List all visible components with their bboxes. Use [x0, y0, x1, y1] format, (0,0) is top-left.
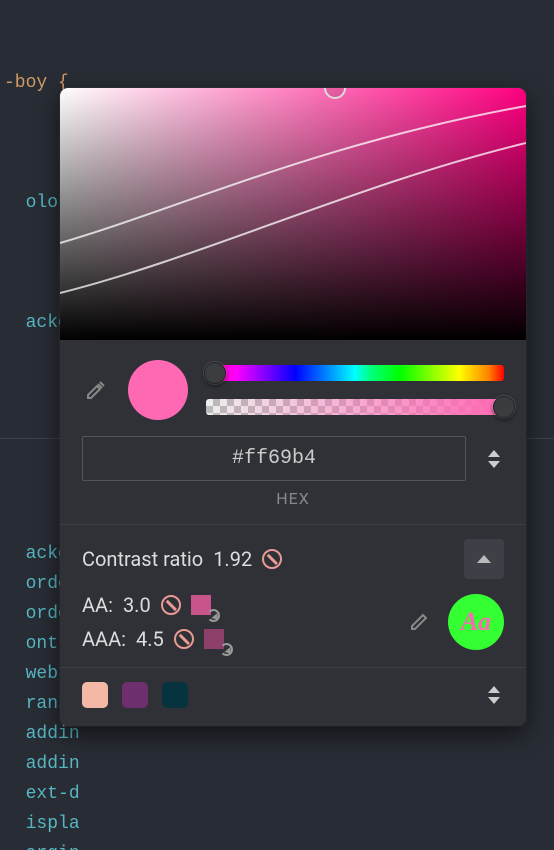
color-value-input[interactable]: [82, 436, 466, 481]
palette-swatch[interactable]: [82, 682, 108, 708]
fail-icon: [174, 629, 194, 649]
css-property: addin: [26, 754, 80, 774]
chevron-up-icon: [488, 450, 500, 457]
chevron-down-icon: [488, 461, 500, 468]
fail-icon: [262, 549, 282, 569]
pencil-icon: [408, 609, 432, 633]
edit-compare-color-button[interactable]: [408, 609, 434, 635]
hue-thumb[interactable]: [204, 362, 226, 384]
alpha-slider[interactable]: [206, 399, 504, 415]
aa-value: 3.0: [123, 593, 151, 617]
reload-icon: [207, 609, 220, 622]
format-stepper[interactable]: [484, 450, 504, 468]
aa-fix-swatch[interactable]: [191, 595, 211, 615]
aa-label: AA:: [82, 593, 113, 617]
css-property: argin: [26, 844, 80, 850]
palette-swatches: [82, 682, 188, 708]
css-selector: -boy {: [4, 73, 69, 93]
collapse-contrast-button[interactable]: [464, 539, 504, 579]
reload-icon: [220, 643, 233, 656]
contrast-curve-overlay: [60, 88, 526, 340]
css-property: addin: [26, 724, 80, 744]
contrast-title: Contrast ratio: [82, 547, 203, 571]
contrast-section: Contrast ratio 1.92 AA: 3.0 AAA:: [60, 525, 526, 667]
contrast-aa-row: AA: 3.0: [82, 593, 224, 617]
palette-stepper[interactable]: [484, 686, 504, 704]
css-property: ispla: [26, 814, 80, 834]
badge-text: Aa: [461, 609, 491, 635]
chevron-up-icon: [488, 686, 500, 693]
current-color-swatch: [128, 360, 188, 420]
fail-icon: [161, 595, 181, 615]
alpha-thumb[interactable]: [493, 396, 515, 418]
chevron-down-icon: [488, 697, 500, 704]
aaa-fix-swatch[interactable]: [204, 629, 224, 649]
saturation-value-field[interactable]: [60, 88, 526, 340]
chevron-up-icon: [477, 555, 491, 563]
color-picker-popover: HEX Contrast ratio 1.92 AA: 3.0: [60, 88, 526, 726]
contrast-aaa-row: AAA: 4.5: [82, 627, 224, 651]
sv-cursor[interactable]: [324, 88, 346, 99]
palette-swatch[interactable]: [162, 682, 188, 708]
contrast-preview-badge: Aa: [448, 594, 504, 650]
eyedropper-button[interactable]: [82, 376, 110, 404]
hue-slider[interactable]: [206, 365, 504, 381]
css-property: ext-d: [26, 784, 80, 804]
aaa-value: 4.5: [136, 627, 164, 651]
aaa-label: AAA:: [82, 627, 126, 651]
color-format-label: HEX: [60, 485, 526, 524]
contrast-ratio-value: 1.92: [213, 547, 252, 571]
palette-swatch[interactable]: [122, 682, 148, 708]
eyedropper-icon: [84, 378, 108, 402]
